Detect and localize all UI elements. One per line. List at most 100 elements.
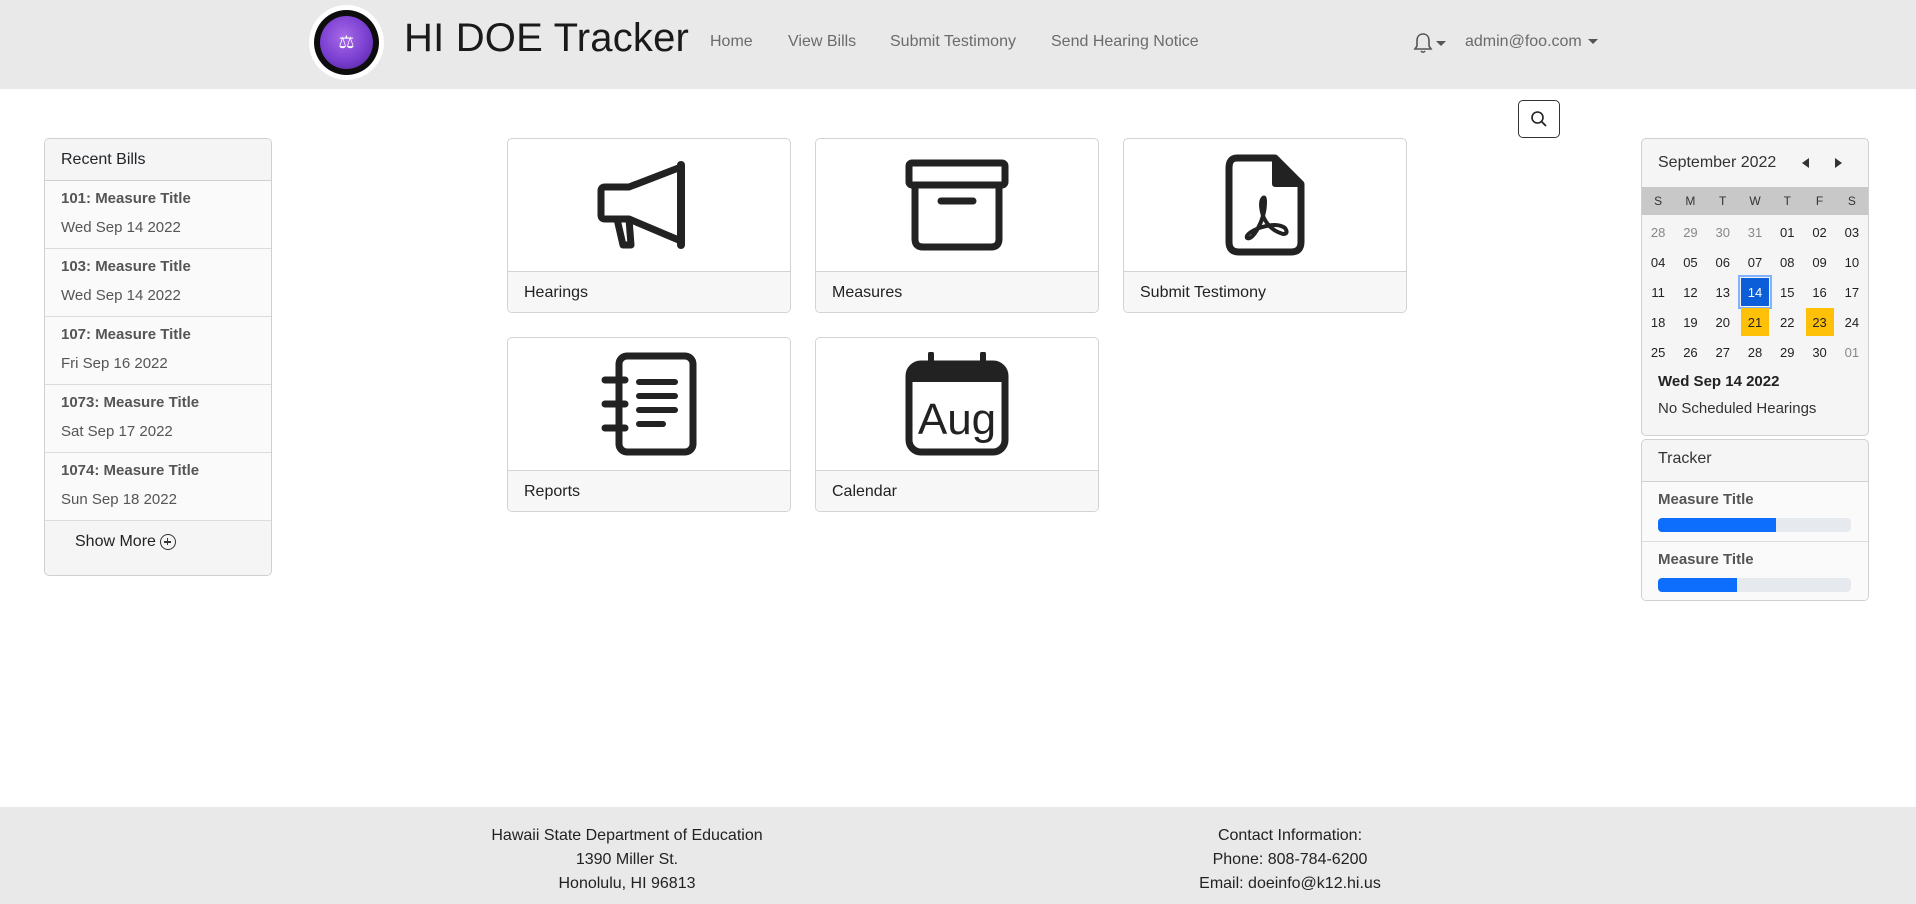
chevron-down-icon <box>1436 41 1446 46</box>
footer-email[interactable]: Email: doeinfo@k12.hi.us <box>1130 872 1450 896</box>
footer-street: 1390 Miller St. <box>575 851 679 868</box>
calendar-hearings-note: No Scheduled Hearings <box>1658 400 1817 417</box>
tracker-item[interactable]: Measure Title <box>1642 482 1868 542</box>
calendar-day[interactable]: 29 <box>1771 337 1803 367</box>
brand-title[interactable]: HI DOE Tracker <box>404 16 689 61</box>
calendar-day[interactable]: 13 <box>1707 277 1739 307</box>
footer-contact-heading: Contact Information: <box>1217 827 1363 844</box>
tile-icon-area <box>508 338 790 471</box>
calendar-day-number: 09 <box>1812 254 1827 270</box>
calendar-day[interactable]: 27 <box>1707 337 1739 367</box>
calendar-day-number: 23 <box>1805 308 1834 336</box>
weekday-label: T <box>1719 194 1727 208</box>
bill-list-item[interactable]: 107: Measure Title Fri Sep 16 2022 <box>45 317 271 385</box>
calendar-day[interactable]: 09 <box>1803 247 1835 277</box>
calendar-day-number: 16 <box>1812 284 1827 300</box>
tile-calendar[interactable]: Aug Calendar <box>815 337 1099 512</box>
calendar-day-number: 26 <box>1683 344 1698 360</box>
calendar-day-today[interactable]: 14 <box>1737 275 1772 309</box>
tile-hearings[interactable]: Hearings <box>507 138 791 313</box>
calendar-day-event[interactable]: 21 <box>1739 307 1771 337</box>
logo-ring: ⚖ <box>314 10 379 75</box>
calendar-day-number: 30 <box>1812 344 1827 360</box>
tile-reports[interactable]: Reports <box>507 337 791 512</box>
bill-list-item[interactable]: 1074: Measure Title Sun Sep 18 2022 <box>45 453 271 521</box>
pdf-file-icon <box>1225 154 1305 256</box>
bill-date: Fri Sep 16 2022 <box>61 355 168 372</box>
recent-bills-header: Recent Bills <box>45 139 271 181</box>
calendar-day[interactable]: 24 <box>1836 307 1868 337</box>
chevron-down-icon <box>1588 39 1599 45</box>
calendar-day-number: 31 <box>1747 224 1763 240</box>
progress-bar <box>1658 578 1738 592</box>
calendar-day[interactable]: 31 <box>1739 217 1771 247</box>
calendar-day-number: 28 <box>1747 344 1763 360</box>
nav-submit-testimony[interactable]: Submit Testimony <box>890 33 1016 51</box>
user-dropdown[interactable]: admin@foo.com <box>1465 33 1599 51</box>
calendar-day[interactable]: 30 <box>1707 217 1739 247</box>
tile-icon-area <box>1124 139 1406 272</box>
calendar-day[interactable]: 07 <box>1739 247 1771 277</box>
calendar-day[interactable]: 05 <box>1674 247 1706 277</box>
calendar-day[interactable]: 11 <box>1642 277 1674 307</box>
calendar-day-number: 29 <box>1683 224 1698 240</box>
search-button[interactable] <box>1518 100 1560 138</box>
notifications-dropdown[interactable] <box>1413 32 1446 56</box>
tile-label: Reports <box>508 471 790 511</box>
tile-label: Measures <box>816 272 1098 312</box>
calendar-day[interactable]: 26 <box>1674 337 1706 367</box>
tracker-item[interactable]: Measure Title <box>1642 542 1868 600</box>
calendar-day-number: 12 <box>1683 284 1698 300</box>
footer-org: Hawaii State Department of Education <box>491 827 763 844</box>
calendar-day[interactable]: 18 <box>1642 307 1674 337</box>
calendar-day-number: 27 <box>1715 344 1730 360</box>
nav-home[interactable]: Home <box>710 33 753 51</box>
user-email: admin@foo.com <box>1465 33 1582 50</box>
calendar-day[interactable]: 02 <box>1803 217 1835 247</box>
calendar-day[interactable]: 15 <box>1771 277 1803 307</box>
calendar-day-number: 10 <box>1844 254 1860 270</box>
calendar-day[interactable]: 16 <box>1803 277 1835 307</box>
calendar-day[interactable]: 10 <box>1836 247 1868 277</box>
megaphone-icon <box>597 161 685 249</box>
nav-send-hearing-notice[interactable]: Send Hearing Notice <box>1051 33 1199 51</box>
calendar-day-number: 01 <box>1844 344 1860 360</box>
calendar-day[interactable]: 29 <box>1674 217 1706 247</box>
calendar-day[interactable]: 25 <box>1642 337 1674 367</box>
calendar-day[interactable]: 01 <box>1836 337 1868 367</box>
prev-month-icon[interactable] <box>1802 158 1809 168</box>
calendar-day-number: 11 <box>1651 284 1665 300</box>
calendar-day[interactable]: 03 <box>1836 217 1868 247</box>
calendar-day[interactable]: 06 <box>1707 247 1739 277</box>
bill-list-item[interactable]: 101: Measure Title Wed Sep 14 2022 <box>45 181 271 249</box>
bill-date: Sun Sep 18 2022 <box>61 491 177 508</box>
calendar-day-number: 29 <box>1780 344 1795 360</box>
tile-measures[interactable]: Measures <box>815 138 1099 313</box>
calendar-day[interactable]: 19 <box>1674 307 1706 337</box>
calendar-day-number: 25 <box>1650 344 1666 360</box>
tile-submit-testimony[interactable]: Submit Testimony <box>1123 138 1407 313</box>
bill-list-item[interactable]: 103: Measure Title Wed Sep 14 2022 <box>45 249 271 317</box>
calendar-day[interactable]: 28 <box>1642 217 1674 247</box>
calendar-day[interactable]: 28 <box>1739 337 1771 367</box>
calendar-day[interactable]: 17 <box>1836 277 1868 307</box>
calendar-day[interactable]: 30 <box>1803 337 1835 367</box>
calendar-day[interactable]: 01 <box>1771 217 1803 247</box>
logo[interactable]: ⚖ <box>309 5 384 80</box>
archive-box-icon <box>905 159 1009 251</box>
tile-icon-area <box>508 139 790 272</box>
footer-phone: Phone: 808-784-6200 <box>1212 851 1368 868</box>
calendar-day[interactable]: 20 <box>1707 307 1739 337</box>
calendar-day-event[interactable]: 23 <box>1803 307 1835 337</box>
tile-label: Hearings <box>508 272 790 312</box>
nav-view-bills[interactable]: View Bills <box>788 33 856 51</box>
bill-list-item[interactable]: 1073: Measure Title Sat Sep 17 2022 <box>45 385 271 453</box>
calendar-day[interactable]: 04 <box>1642 247 1674 277</box>
tile-icon-area: Aug <box>816 338 1098 471</box>
calendar-day[interactable]: 22 <box>1771 307 1803 337</box>
page-footer: Hawaii State Department of Education 139… <box>0 807 1916 904</box>
calendar-day[interactable]: 08 <box>1771 247 1803 277</box>
show-more-button[interactable]: Show More <box>75 533 176 551</box>
next-month-icon[interactable] <box>1835 158 1842 168</box>
calendar-day[interactable]: 12 <box>1674 277 1706 307</box>
